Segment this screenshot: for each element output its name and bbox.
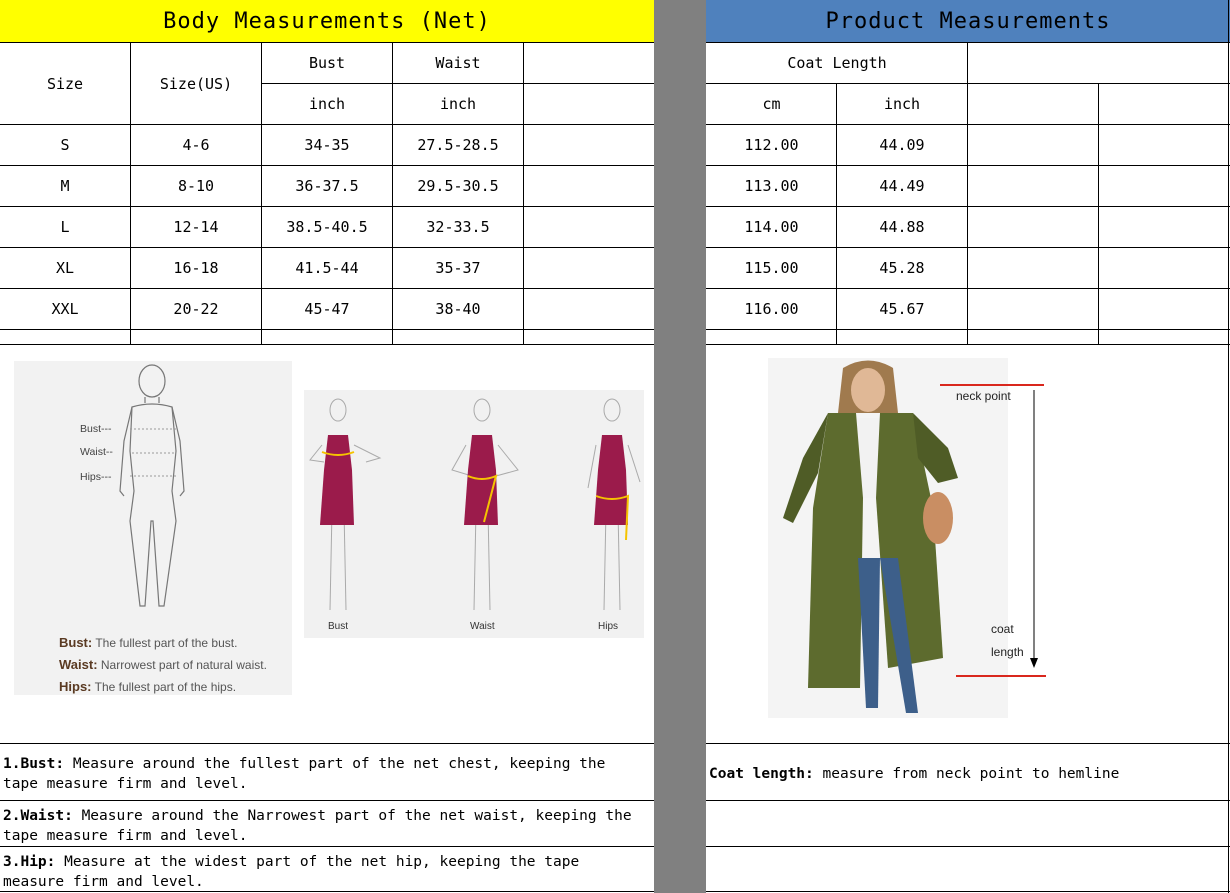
note-waist: 2.Waist: Measure around the Narrowest pa… [3, 806, 648, 846]
coat-label: coat [991, 622, 1014, 636]
dress-measure-figures [309, 398, 641, 611]
waist-definition-title: Waist: [59, 657, 98, 672]
length-label: length [991, 645, 1024, 659]
note-waist-text: Measure around the Narrowest part of the… [3, 808, 632, 844]
table-cell: 34-35 [304, 136, 350, 154]
table-cell: 115.00 [744, 259, 799, 277]
dress-figure-panel: Bust Waist Hips [304, 390, 644, 638]
size-us-header: Size(US) [159, 74, 233, 93]
table-cell: 27.5-28.5 [417, 136, 499, 154]
note-bust-text: Measure around the fullest part of the n… [3, 756, 606, 792]
table-cell: 45-47 [304, 300, 350, 318]
body-outline-figure [119, 364, 185, 607]
note-coat-label: Coat length: [709, 766, 814, 782]
bust-definition: Bust: The fullest part of the bust. [59, 635, 237, 650]
table-cell: 44.49 [879, 177, 925, 195]
hips-tag: Hips--- [80, 471, 112, 483]
table-cell: 20-22 [173, 300, 219, 318]
dress-hips-label: Hips [598, 621, 619, 632]
table-cell: 114.00 [744, 218, 799, 236]
waist-tag: Waist-- [80, 446, 113, 458]
note-waist-label: 2.Waist: [3, 808, 73, 824]
table-cell: XL [55, 259, 75, 277]
note-coat-length: Coat length: measure from neck point to … [709, 764, 1224, 784]
table-cell: 8-10 [177, 177, 215, 195]
table-cell: L [60, 218, 70, 236]
size-header: Size [46, 74, 84, 93]
table-cell: 45.67 [879, 300, 925, 318]
table-cell: 44.88 [879, 218, 925, 236]
dress-waist-label: Waist [470, 621, 495, 632]
table-cell: 44.09 [879, 136, 925, 154]
waist-definition-text: Narrowest part of natural waist. [100, 658, 267, 672]
gray-separator-column [654, 0, 706, 893]
hips-definition: Hips: The fullest part of the hips. [59, 679, 236, 694]
table-cell: 112.00 [744, 136, 799, 154]
table-cell: 45.28 [879, 259, 925, 277]
table-cell: 32-33.5 [426, 218, 490, 236]
product-measurements-header: Product Measurements [706, 0, 1230, 42]
table-cell: 41.5-44 [295, 259, 359, 277]
table-cell: M [60, 177, 70, 195]
note-hip-text: Measure at the widest part of the net hi… [3, 854, 580, 890]
bust-definition-title: Bust: [59, 635, 93, 650]
cm-unit: cm [762, 95, 781, 113]
table-cell: 38-40 [435, 300, 481, 318]
table-cell: 38.5-40.5 [286, 218, 368, 236]
body-measurements-header: Body Measurements (Net) [0, 0, 654, 42]
bust-unit: inch [308, 95, 346, 113]
note-bust-label: 1.Bust: [3, 756, 65, 772]
table-cell: 113.00 [744, 177, 799, 195]
table-cell: 4-6 [182, 136, 210, 154]
bust-header: Bust [308, 54, 346, 72]
table-cell: S [60, 136, 70, 154]
table-cell: XXL [51, 300, 79, 318]
coat-length-header: Coat Length [787, 54, 887, 72]
dress-bust-label: Bust [328, 621, 349, 632]
coat-length-arrow [940, 384, 1046, 677]
table-cell: 29.5-30.5 [417, 177, 499, 195]
note-hip: 3.Hip: Measure at the widest part of the… [3, 852, 648, 892]
hips-definition-title: Hips: [59, 679, 92, 694]
neck-point-label: neck point [956, 389, 1011, 403]
table-cell: 36-37.5 [295, 177, 359, 195]
hips-definition-text: The fullest part of the hips. [94, 680, 237, 694]
table-cell: 12-14 [173, 218, 219, 236]
table-cell: 35-37 [435, 259, 481, 277]
note-hip-label: 3.Hip: [3, 854, 56, 870]
waist-definition: Waist: Narrowest part of natural waist. [59, 657, 267, 672]
waist-unit: inch [439, 95, 477, 113]
table-cell: 16-18 [173, 259, 219, 277]
inch-unit: inch [883, 95, 921, 113]
bust-definition-text: The fullest part of the bust. [95, 636, 238, 650]
note-bust: 1.Bust: Measure around the fullest part … [3, 754, 648, 794]
bust-tag: Bust--- [80, 423, 112, 435]
note-coat-text: measure from neck point to hemline [813, 766, 1120, 782]
table-cell: 116.00 [744, 300, 799, 318]
body-figure-panel: Bust--- Waist-- Hips--- Bust: The fulles… [14, 361, 292, 695]
waist-header: Waist [435, 54, 481, 72]
